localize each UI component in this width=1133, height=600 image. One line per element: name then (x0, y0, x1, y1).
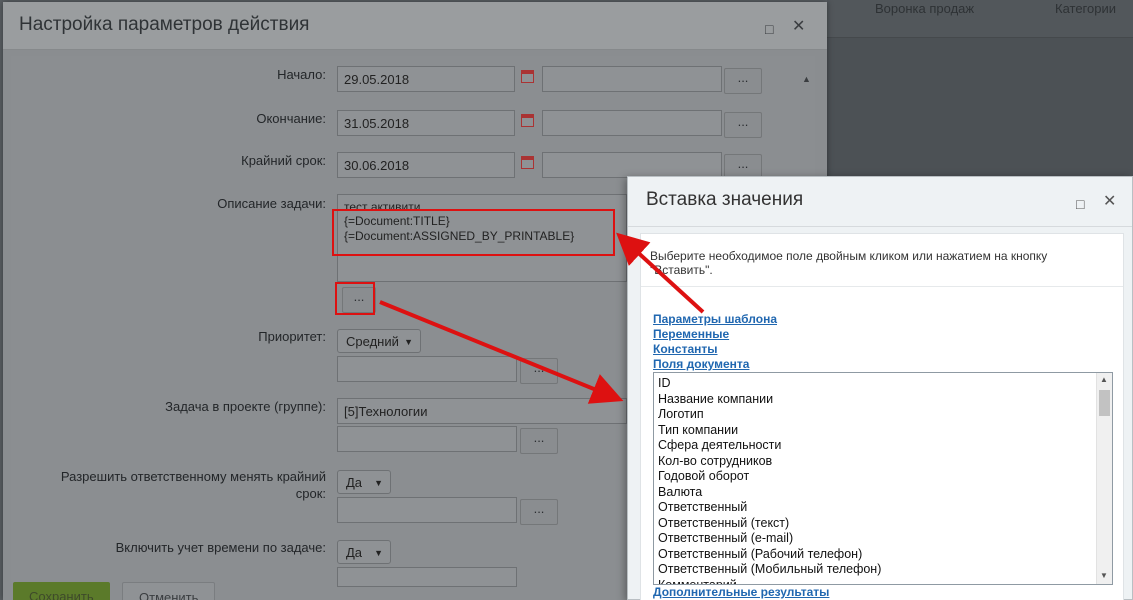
time-tracking-select[interactable]: Да ▼ (337, 540, 391, 564)
allow-change-deadline-insert-button[interactable]: ... (520, 499, 558, 525)
close-icon[interactable]: ✕ (792, 19, 805, 35)
allow-change-deadline-expression-input[interactable] (337, 497, 517, 523)
insert-dialog-header: Вставка значения □ ✕ (628, 177, 1132, 227)
list-item[interactable]: Ответственный (текст) (658, 516, 881, 532)
allow-change-deadline-label-line: Разрешить ответственному менять крайний (60, 469, 326, 484)
scroll-up-icon[interactable]: ▲ (802, 74, 811, 84)
start-expression-input[interactable] (542, 66, 722, 92)
time-tracking-expression-input[interactable] (337, 567, 517, 587)
link-template-parameters[interactable]: Параметры шаблона (653, 312, 777, 327)
project-label: Задача в проекте (группе): (165, 399, 326, 414)
insert-value-dialog: Вставка значения □ ✕ Выберите необходимо… (627, 176, 1133, 600)
list-item[interactable]: Годовой оборот (658, 469, 881, 485)
allow-change-deadline-select[interactable]: Да ▼ (337, 470, 391, 494)
start-insert-button[interactable]: ... (724, 68, 762, 94)
list-item[interactable]: Ответственный (e-mail) (658, 531, 881, 547)
annotation-highlight-inserted-values (332, 209, 615, 256)
insert-dialog-title: Вставка значения (646, 189, 804, 210)
deadline-label: Крайний срок: (241, 153, 326, 168)
allow-change-deadline-label-line: срок: (295, 486, 326, 501)
list-item[interactable]: ID (658, 376, 881, 392)
document-fields-listbox[interactable]: ID Название компании Логотип Тип компании Сф… (653, 372, 1113, 585)
project-insert-button[interactable]: ... (520, 428, 558, 454)
list-item[interactable]: Сфера деятельности (658, 438, 881, 454)
end-expression-input[interactable] (542, 110, 722, 136)
calendar-icon[interactable] (521, 156, 534, 169)
close-icon[interactable]: ✕ (1103, 194, 1116, 210)
project-input[interactable]: [5]Технологии (337, 398, 627, 424)
dialog-title: Настройка параметров действия (19, 14, 310, 35)
tab-sales-funnel[interactable]: Воронка продаж (875, 1, 974, 16)
tab-categories[interactable]: Категории (1055, 1, 1116, 16)
calendar-icon[interactable] (521, 70, 534, 83)
time-tracking-value: Да (346, 545, 363, 560)
time-tracking-label: Включить учет времени по задаче: (115, 540, 326, 555)
link-variables[interactable]: Переменные (653, 327, 729, 342)
list-item[interactable]: Комментарий (658, 578, 881, 585)
project-expression-input[interactable] (337, 426, 517, 452)
chevron-down-icon: ▼ (374, 548, 383, 558)
priority-value: Средний (346, 334, 399, 349)
link-additional-results[interactable]: Дополнительные результаты (653, 585, 829, 600)
dialog-header: Настройка параметров действия □ ✕ (3, 2, 827, 50)
maximize-icon[interactable]: □ (1076, 197, 1084, 211)
chevron-down-icon: ▼ (374, 478, 383, 488)
chevron-down-icon: ▼ (404, 337, 413, 347)
link-document-fields[interactable]: Поля документа (653, 357, 749, 372)
annotation-highlight-insert-button (335, 282, 375, 315)
allow-change-deadline-label: Разрешить ответственному менять крайний … (6, 468, 326, 502)
save-button[interactable]: Сохранить (13, 582, 110, 600)
priority-insert-button[interactable]: ... (520, 358, 558, 384)
scrollbar-thumb[interactable] (1099, 390, 1110, 416)
end-label: Окончание: (256, 111, 326, 126)
priority-label: Приоритет: (258, 329, 326, 344)
priority-expression-input[interactable] (337, 356, 517, 382)
end-date-input[interactable]: 31.05.2018 (337, 110, 515, 136)
document-fields-list: ID Название компании Логотип Тип компании Сф… (658, 376, 881, 585)
list-item[interactable]: Валюта (658, 485, 881, 501)
deadline-date-input[interactable]: 30.06.2018 (337, 152, 515, 178)
divider (641, 286, 1123, 287)
list-item[interactable]: Ответственный (658, 500, 881, 516)
scroll-down-icon[interactable]: ▼ (1100, 571, 1108, 580)
list-item[interactable]: Ответственный (Мобильный телефон) (658, 562, 881, 578)
description-label: Описание задачи: (217, 196, 326, 211)
list-item[interactable]: Логотип (658, 407, 881, 423)
deadline-expression-input[interactable] (542, 152, 722, 178)
maximize-icon[interactable]: □ (765, 22, 773, 36)
allow-change-deadline-value: Да (346, 475, 363, 490)
list-item[interactable]: Ответственный (Рабочий телефон) (658, 547, 881, 563)
list-item[interactable]: Кол-во сотрудников (658, 454, 881, 470)
insert-dialog-body: Выберите необходимое поле двойным кликом… (640, 233, 1124, 600)
insert-hint-text: Выберите необходимое поле двойным кликом… (650, 249, 1048, 277)
start-label: Начало: (277, 67, 326, 82)
list-item[interactable]: Тип компании (658, 423, 881, 439)
listbox-scrollbar[interactable]: ▲ ▼ (1096, 373, 1112, 584)
list-item[interactable]: Название компании (658, 392, 881, 408)
end-insert-button[interactable]: ... (724, 112, 762, 138)
background-header: Воронка продаж Категории (827, 0, 1133, 38)
cancel-button[interactable]: Отменить (122, 582, 216, 600)
start-date-input[interactable]: 29.05.2018 (337, 66, 515, 92)
priority-select[interactable]: Средний ▼ (337, 329, 421, 353)
scroll-up-icon[interactable]: ▲ (1100, 375, 1108, 384)
calendar-icon[interactable] (521, 114, 534, 127)
link-constants[interactable]: Константы (653, 342, 718, 357)
